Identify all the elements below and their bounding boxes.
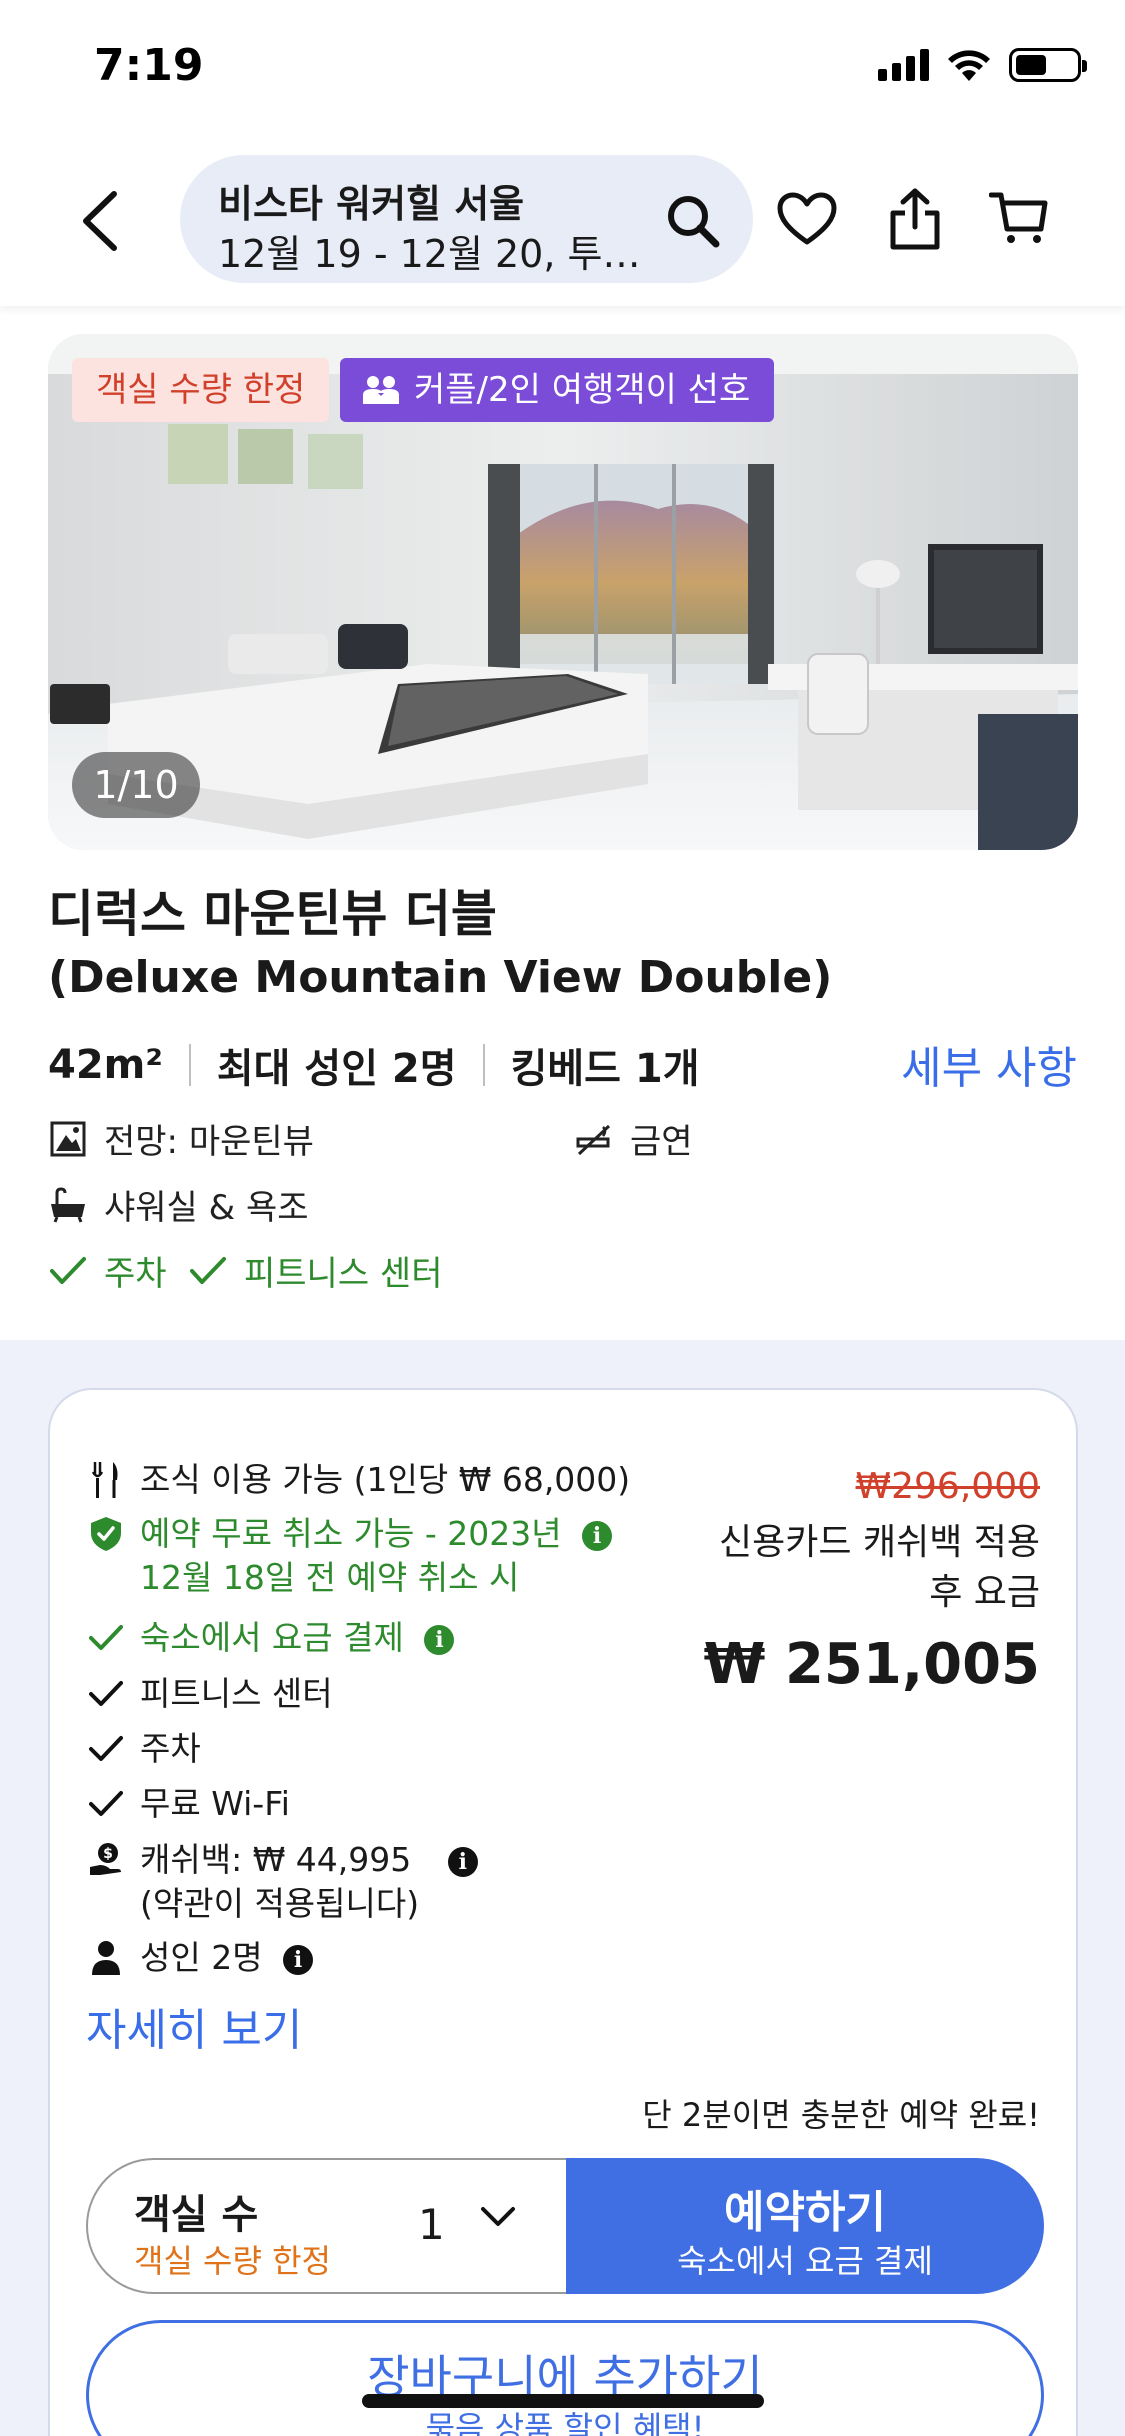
add-to-cart-button[interactable]: 장바구니에 추가하기 묶음 상품 할인 혜택!: [86, 2320, 1044, 2436]
room-size: 42m²: [48, 1042, 163, 1088]
photo-counter: 1/10: [72, 752, 200, 818]
original-price: ₩296,000: [855, 1466, 1040, 1507]
couple-tag-label: 커플/2인 여행객이 선호: [414, 370, 751, 410]
search-summary-pill[interactable]: 비스타 워커힐 서울 12월 19 - 12월 20, 투…: [180, 155, 753, 283]
room-name-korean: 디럭스 마운틴뷰 더블: [48, 885, 497, 943]
shield-check-icon: [86, 1512, 126, 1556]
feature-fitness-label: 피트니스 센터: [244, 1254, 443, 1294]
room-count-selector[interactable]: 객실 수 객실 수량 한정 1: [86, 2158, 566, 2294]
free-cancel-text: 예약 무료 취소 가능 - 2023년 i 12월 18일 전 예약 취소 시: [140, 1512, 613, 1600]
inclusion-fitness-label: 피트니스 센터: [140, 1674, 333, 1713]
room-info-section: 객실 수량 한정 커플/2인 여행객이 선호 1/10 디럭스 마운틴뷰 더블 …: [0, 306, 1125, 1340]
nav-bar: 비스타 워커힐 서울 12월 19 - 12월 20, 투…: [0, 150, 1125, 290]
room-name-english: (Deluxe Mountain View Double): [48, 952, 833, 1003]
cashback-amount: 캐쉬백: ₩ 44,995: [140, 1840, 412, 1879]
inclusion-pay-at-hotel-label: 숙소에서 요금 결제: [140, 1618, 404, 1657]
inclusion-wifi-label: 무료 Wi-Fi: [140, 1784, 290, 1823]
feature-parking: 주차: [48, 1246, 167, 1295]
svg-text:$: $: [103, 1846, 113, 1862]
search-dates: 12월 19 - 12월 20, 투…: [218, 232, 641, 276]
feature-view: 전망: 마운틴뷰: [48, 1114, 314, 1163]
cashback-terms: (약관이 적용됩니다): [140, 1884, 420, 1923]
max-occupancy: 최대 성인 2명: [216, 1046, 457, 1092]
top-bar: 7:19 비스타 워커힐 서울 12월 19 - 12월 20, 투…: [0, 0, 1125, 306]
favorite-heart-icon[interactable]: [774, 186, 840, 252]
check-icon: [188, 1251, 228, 1291]
wifi-icon: [948, 50, 990, 81]
info-icon[interactable]: i: [582, 1520, 613, 1551]
bed-type: 킹베드 1개: [510, 1046, 700, 1092]
feature-view-label: 전망: 마운틴뷰: [104, 1122, 314, 1162]
limited-rooms-tag: 객실 수량 한정: [72, 358, 330, 422]
couple-icon: [363, 376, 399, 404]
no-smoking-icon: [574, 1119, 614, 1159]
chevron-down-icon: [481, 2207, 515, 2226]
mountain-view-icon: [48, 1119, 88, 1159]
inclusion-pay-at-hotel: 숙소에서 요금 결제 i: [86, 1616, 455, 1660]
inclusion-breakfast-label: 조식 이용 가능 (1인당 ₩ 68,000): [140, 1460, 631, 1499]
check-icon: [86, 1672, 126, 1716]
check-icon: [86, 1782, 126, 1826]
inclusion-adults-label: 성인 2명: [140, 1938, 263, 1977]
book-now-sublabel: 숙소에서 요금 결제: [677, 2242, 933, 2280]
fork-knife-icon: [86, 1458, 126, 1502]
cellular-signal-icon: [878, 49, 929, 81]
inclusion-adults: 성인 2명 i: [86, 1936, 314, 1980]
inclusion-breakfast: 조식 이용 가능 (1인당 ₩ 68,000): [86, 1458, 630, 1502]
price-note-line2: 후 요금: [929, 1572, 1040, 1613]
feature-no-smoking: 금연: [574, 1114, 693, 1163]
info-icon[interactable]: i: [424, 1624, 455, 1655]
cashback-hand-icon: $: [86, 1838, 126, 1882]
room-count-label: 객실 수: [134, 2192, 259, 2238]
status-bar: 7:19: [0, 0, 1125, 140]
info-icon[interactable]: i: [447, 1846, 478, 1877]
view-more-link[interactable]: 자세히 보기: [86, 1994, 302, 2058]
hotel-name: 비스타 워커힐 서울: [218, 182, 525, 226]
home-indicator[interactable]: [362, 2394, 764, 2408]
cart-icon[interactable]: [986, 186, 1052, 252]
room-details-link[interactable]: 세부 사항: [901, 1032, 1077, 1096]
bathtub-icon: [48, 1185, 88, 1225]
check-icon: [86, 1727, 126, 1771]
inclusion-fitness: 피트니스 센터: [86, 1672, 333, 1716]
check-icon: [48, 1251, 88, 1291]
free-cancel-line2: 12월 18일 전 예약 취소 시: [140, 1558, 520, 1597]
divider: [188, 1044, 191, 1086]
check-icon: [86, 1616, 126, 1660]
feature-fitness: 피트니스 센터: [188, 1246, 443, 1295]
status-time: 7:19: [94, 40, 204, 91]
inclusion-free-cancellation: 예약 무료 취소 가능 - 2023년 i 12월 18일 전 예약 취소 시: [86, 1512, 613, 1600]
room-count-limited: 객실 수량 한정: [134, 2242, 331, 2280]
inclusion-parking-label: 주차: [140, 1729, 201, 1768]
free-cancel-line1: 예약 무료 취소 가능 - 2023년: [140, 1514, 562, 1553]
person-icon: [86, 1936, 126, 1980]
feature-bath-label: 샤워실 & 욕조: [104, 1188, 309, 1228]
price-note: 신용카드 캐쉬백 적용 후 요금: [640, 1518, 1040, 1618]
feature-bath: 샤워실 & 욕조: [48, 1180, 309, 1229]
inclusion-parking: 주차: [86, 1727, 201, 1771]
back-button[interactable]: [70, 186, 130, 256]
room-specs: 42m² 최대 성인 2명 킹베드 1개: [48, 1036, 700, 1094]
room-count-value: 1: [418, 2200, 445, 2249]
price-note-line1: 신용카드 캐쉬백 적용: [719, 1522, 1040, 1563]
book-now-button[interactable]: 예약하기 숙소에서 요금 결제: [566, 2158, 1044, 2294]
inclusion-wifi: 무료 Wi-Fi: [86, 1782, 290, 1826]
divider: [482, 1044, 485, 1086]
info-icon[interactable]: i: [283, 1944, 314, 1975]
quick-booking-note: 단 2분이면 충분한 예약 완료!: [642, 2096, 1040, 2134]
battery-icon: [1009, 48, 1087, 82]
couple-preferred-tag: 커플/2인 여행객이 선호: [340, 358, 775, 422]
rate-option-card: 조식 이용 가능 (1인당 ₩ 68,000) 예약 무료 취소 가능 - 20…: [48, 1388, 1078, 2436]
feature-parking-label: 주차: [104, 1254, 167, 1294]
share-icon[interactable]: [882, 186, 948, 252]
chevron-left-icon: [83, 191, 117, 251]
book-now-label: 예약하기: [724, 2187, 886, 2238]
search-icon[interactable]: [665, 193, 721, 249]
inclusion-cashback: $ 캐쉬백: ₩ 44,995 i (약관이 적용됩니다): [86, 1838, 478, 1926]
feature-no-smoking-label: 금연: [630, 1122, 693, 1162]
status-icons: [878, 48, 1087, 82]
final-price: ₩ 251,005: [703, 1632, 1040, 1697]
